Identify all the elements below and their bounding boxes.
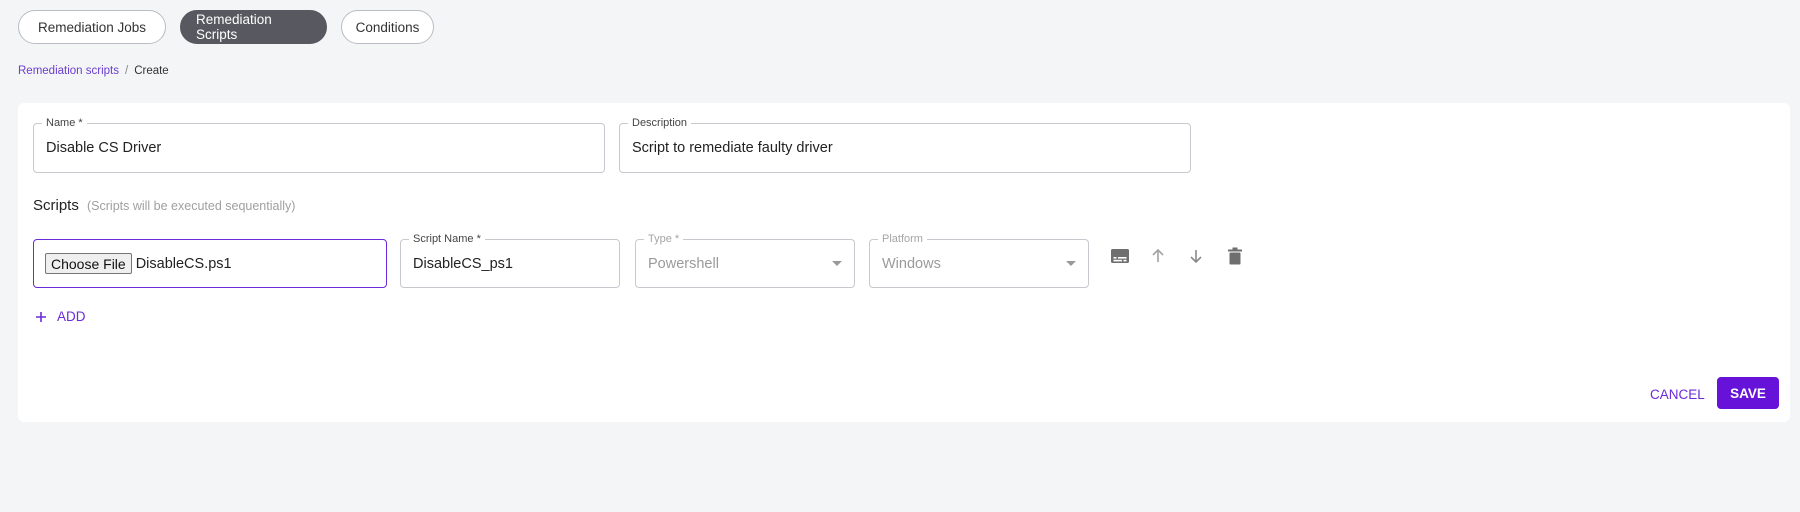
move-down-icon[interactable] [1184, 244, 1208, 268]
platform-value: Windows [882, 255, 941, 272]
script-name-value: DisableCS_ps1 [413, 255, 513, 272]
cancel-button[interactable]: CANCEL [1642, 378, 1713, 410]
name-value: Disable CS Driver [46, 140, 162, 156]
type-label: Type * [644, 232, 684, 246]
chosen-file-name: DisableCS.ps1 [135, 255, 232, 272]
type-value: Powershell [648, 255, 719, 272]
description-field[interactable]: Description Script to remediate faulty d… [619, 116, 1191, 173]
tab-conditions[interactable]: Conditions [341, 10, 434, 44]
breadcrumb-current: Create [134, 65, 169, 77]
choose-file-button[interactable]: Choose File [45, 253, 132, 274]
platform-label: Platform [878, 232, 927, 246]
platform-dropdown-caret-icon [1066, 261, 1076, 266]
script-name-field[interactable]: Script Name * DisableCS_ps1 [400, 232, 620, 288]
plus-icon [36, 311, 46, 322]
tab-bar: Remediation Jobs Remediation Scripts Con… [18, 10, 434, 44]
delete-icon[interactable] [1223, 244, 1247, 268]
move-up-icon[interactable] [1146, 244, 1170, 268]
script-name-label: Script Name * [409, 232, 485, 246]
description-label: Description [628, 116, 692, 130]
name-field[interactable]: Name * Disable CS Driver [33, 116, 605, 173]
tab-remediation-scripts[interactable]: Remediation Scripts [180, 10, 327, 44]
scripts-heading: Scripts [33, 197, 79, 214]
platform-select[interactable]: Platform Windows [869, 232, 1089, 288]
tab-remediation-jobs[interactable]: Remediation Jobs [18, 10, 166, 44]
name-label: Name * [42, 116, 87, 130]
scripts-note: (Scripts will be executed sequentially) [87, 199, 296, 213]
description-value: Script to remediate faulty driver [632, 140, 833, 156]
subtitles-icon[interactable] [1108, 244, 1132, 268]
type-select[interactable]: Type * Powershell [635, 232, 855, 288]
breadcrumb: Remediation scripts / Create [18, 65, 169, 77]
type-dropdown-caret-icon [832, 261, 842, 266]
breadcrumb-separator: / [124, 65, 129, 77]
add-label: ADD [57, 309, 86, 324]
save-button[interactable]: SAVE [1717, 377, 1779, 409]
create-script-form: Name * Disable CS Driver Description Scr… [18, 103, 1790, 422]
script-file-input[interactable]: Choose File DisableCS.ps1 [33, 239, 387, 288]
add-script-button[interactable]: ADD [35, 309, 86, 324]
breadcrumb-link-remediation-scripts[interactable]: Remediation scripts [18, 65, 119, 77]
